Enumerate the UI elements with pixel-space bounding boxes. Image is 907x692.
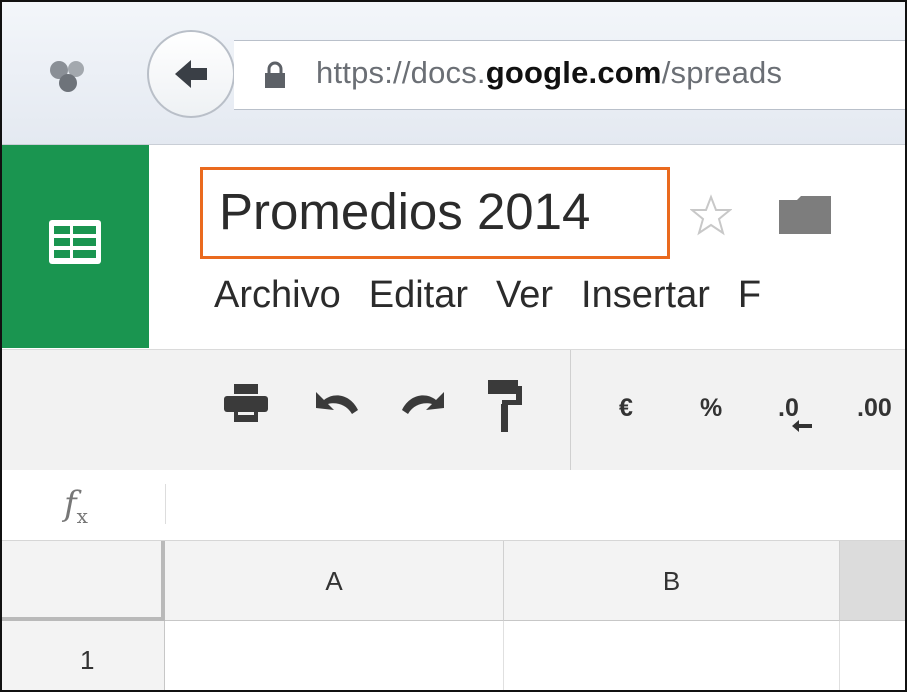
menu-bar: Archivo Editar Ver Insertar F xyxy=(214,274,789,324)
left-arrow-icon xyxy=(792,420,812,432)
print-icon[interactable] xyxy=(224,384,268,424)
formula-separator xyxy=(165,484,166,524)
url-domain: google.com xyxy=(485,55,662,90)
document-title-highlight[interactable]: Promedios 2014 xyxy=(200,167,670,259)
redo-icon[interactable] xyxy=(398,384,448,424)
window-frame: https://docs.google.com/spreads Promedio… xyxy=(0,0,907,692)
sheets-home-logo[interactable] xyxy=(2,145,149,348)
cell-a1[interactable] xyxy=(165,621,504,690)
column-header-b[interactable]: B xyxy=(504,541,840,621)
formula-bar: fx xyxy=(2,470,905,541)
menu-item-editar[interactable]: Editar xyxy=(369,274,468,317)
sheets-icon xyxy=(49,220,101,264)
back-button[interactable] xyxy=(147,30,235,118)
extension-icon[interactable] xyxy=(48,59,88,93)
menu-item-formato[interactable]: F xyxy=(738,274,761,317)
toolbar-separator xyxy=(570,350,571,470)
fx-x: x xyxy=(76,503,88,528)
undo-icon[interactable] xyxy=(312,384,362,424)
menu-item-insertar[interactable]: Insertar xyxy=(581,274,710,317)
document-title[interactable]: Promedios 2014 xyxy=(219,182,590,241)
fx-f: f xyxy=(64,484,77,524)
cell-b1[interactable] xyxy=(504,621,840,690)
increase-decimals-button[interactable]: .00 xyxy=(857,394,892,423)
url-path: /spreads xyxy=(661,55,783,90)
column-header-a[interactable]: A xyxy=(165,541,504,621)
browser-toolbar: https://docs.google.com/spreads xyxy=(2,2,905,145)
currency-format-button[interactable]: € xyxy=(619,394,633,423)
url-prefix: https://docs. xyxy=(316,55,486,90)
cell-c1[interactable] xyxy=(840,621,905,690)
menu-item-ver[interactable]: Ver xyxy=(496,274,553,317)
address-bar[interactable]: https://docs.google.com/spreads xyxy=(234,40,905,110)
decrease-decimals-label: .0 xyxy=(778,394,799,422)
decrease-decimals-button[interactable]: .0 xyxy=(778,394,812,432)
url-text: https://docs.google.com/spreads xyxy=(316,55,782,91)
star-icon[interactable] xyxy=(690,194,732,236)
spreadsheet-grid: A B 1 xyxy=(2,541,905,690)
row-header-1[interactable]: 1 xyxy=(2,621,165,690)
toolbar: € % .0 .00 xyxy=(2,349,905,471)
paint-format-icon[interactable] xyxy=(488,380,522,434)
column-header-c[interactable] xyxy=(840,541,905,621)
row-number: 1 xyxy=(80,645,95,675)
fx-icon: fx xyxy=(64,484,88,528)
menu-item-archivo[interactable]: Archivo xyxy=(214,274,341,317)
select-all-corner[interactable] xyxy=(2,541,165,621)
back-arrow-icon xyxy=(175,60,207,88)
folder-icon[interactable] xyxy=(779,196,831,234)
percent-format-button[interactable]: % xyxy=(700,394,722,423)
lock-icon xyxy=(265,61,285,88)
